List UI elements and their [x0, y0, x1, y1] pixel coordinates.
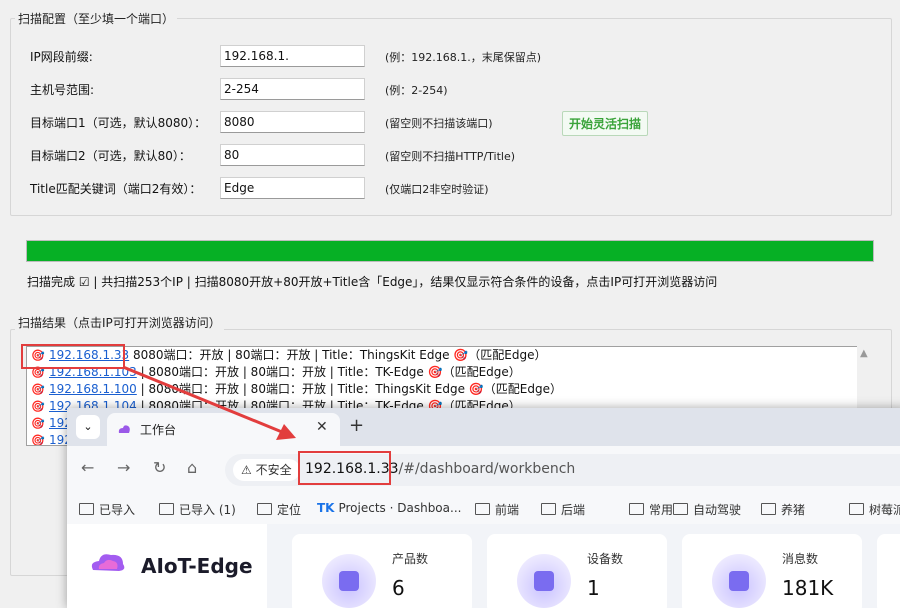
annotation-arrow	[122, 365, 296, 440]
highlight-box-url-host	[298, 451, 391, 485]
